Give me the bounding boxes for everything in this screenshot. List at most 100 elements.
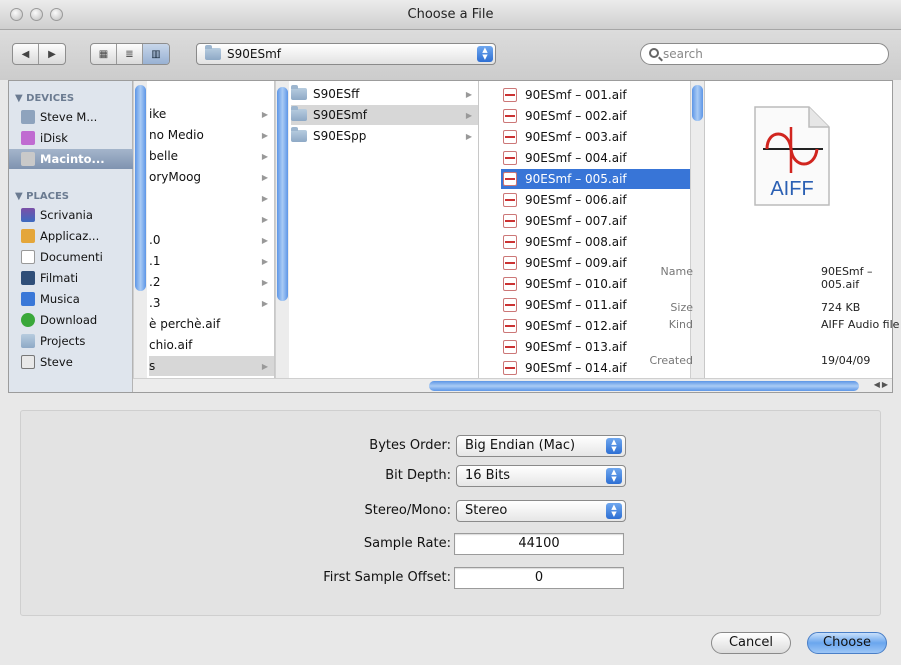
format-options-panel: Bytes Order: Big Endian (Mac) ▲ ▼ Bit Dep… (20, 410, 881, 616)
desktop-icon (21, 208, 35, 222)
sidebar-item-label: Documenti (40, 250, 103, 264)
horizontal-scroll-thumb[interactable] (429, 381, 859, 391)
list-view-button[interactable]: ≣ (117, 44, 143, 64)
sample-rate-label: Sample Rate: (363, 536, 451, 551)
list-item[interactable]: .0 ▶ (149, 230, 274, 250)
sidebar-item-label: Download (40, 313, 98, 327)
aiff-preview-icon: AIFF (754, 106, 830, 206)
aiff-file-icon (503, 319, 517, 333)
folder-row-s90esmf[interactable]: S90ESmf ▶ (291, 105, 478, 125)
disclosure-arrow-icon: ▶ (261, 193, 268, 203)
forward-button[interactable]: ▶ (39, 44, 65, 64)
list-item[interactable]: chio.aif (149, 335, 274, 355)
list-item[interactable]: belle ▶ (149, 146, 274, 166)
download-icon (21, 313, 35, 327)
file-row[interactable]: 90ESmf – 002.aif (503, 106, 704, 126)
column-3-scroll-thumb[interactable] (692, 85, 703, 121)
sidebar-item-filmati[interactable]: Filmati (9, 268, 133, 288)
scroll-arrows-icon[interactable]: ◀▶ (874, 380, 890, 389)
disclosure-arrow-icon: ▶ (465, 89, 472, 99)
column-3-scrollbar[interactable] (690, 81, 704, 379)
aiff-file-icon (503, 256, 517, 270)
folder-row-s90esff[interactable]: S90ESff ▶ (291, 84, 478, 104)
sample-rate-field[interactable]: 44100 (454, 533, 624, 555)
list-item[interactable]: ▶ (149, 209, 274, 229)
file-row[interactable]: 90ESmf – 007.aif (503, 211, 704, 231)
window-title: Choose a File (407, 7, 494, 22)
sidebar-item-scrivania[interactable]: Scrivania (9, 205, 133, 225)
aiff-file-icon (503, 235, 517, 249)
file-row[interactable]: 90ESmf – 001.aif (503, 85, 704, 105)
sidebar-item-macintosh-hd[interactable]: Macinto... (9, 149, 133, 169)
disclosure-arrow-icon: ▶ (465, 131, 472, 141)
back-button[interactable]: ◀ (13, 44, 39, 64)
file-row[interactable]: 90ESmf – 003.aif (503, 127, 704, 147)
aiff-file-icon (503, 214, 517, 228)
cancel-button[interactable]: Cancel (711, 632, 791, 654)
sidebar-item-applicazioni[interactable]: Applicaz... (9, 226, 133, 246)
list-item[interactable]: ▶ (149, 188, 274, 208)
title-bar: Choose a File (0, 0, 901, 30)
column-2-scroll-thumb[interactable] (277, 87, 288, 301)
preview-icon-label: AIFF (770, 178, 813, 200)
list-item[interactable]: no Medio ▶ (149, 125, 274, 145)
stereo-mono-popup[interactable]: Stereo ▲ ▼ (456, 500, 626, 522)
list-item[interactable]: ike ▶ (149, 104, 274, 124)
sidebar-item-projects[interactable]: Projects (9, 331, 133, 351)
sidebar-item-steve[interactable]: Steve (9, 352, 133, 372)
popup-arrows-icon: ▲ ▼ (606, 438, 622, 454)
sidebar-item-download[interactable]: Download (9, 310, 133, 330)
column-2-scrollbar[interactable] (275, 81, 289, 379)
bytes-order-label: Bytes Order: (369, 438, 451, 453)
list-item[interactable]: .3 ▶ (149, 293, 274, 313)
first-sample-offset-field[interactable]: 0 (454, 567, 624, 589)
popup-arrows-icon: ▲ ▼ (477, 46, 493, 62)
aiff-file-icon (503, 172, 517, 186)
disclosure-arrow-icon: ▶ (261, 235, 268, 245)
list-item[interactable]: oryMoog ▶ (149, 167, 274, 187)
disclosure-arrow-icon: ▶ (261, 109, 268, 119)
sidebar-item-steve-mac[interactable]: Steve M... (9, 107, 133, 127)
devices-header: ▼ DEVICES (15, 93, 75, 104)
list-item[interactable]: è perchè.aif (149, 314, 274, 334)
choose-button[interactable]: Choose (807, 632, 887, 654)
disclosure-arrow-icon: ▶ (261, 277, 268, 287)
horizontal-scrollbar[interactable]: ◀▶ (133, 378, 892, 392)
toolbar: ◀ ▶ ▦ ≣ ▥ S90ESmf ▲ ▼ search (0, 30, 901, 80)
disclosure-arrow-icon: ▶ (465, 110, 472, 120)
file-row-selected[interactable]: 90ESmf – 005.aif (501, 169, 702, 189)
aiff-file-icon (503, 88, 517, 102)
icon-view-button[interactable]: ▦ (91, 44, 117, 64)
disclosure-arrow-icon: ▶ (261, 214, 268, 224)
file-row[interactable]: 90ESmf – 006.aif (503, 190, 704, 210)
file-row[interactable]: 90ESmf – 008.aif (503, 232, 704, 252)
sidebar: ▼ DEVICES Steve M... iDisk Macinto... ▼ … (9, 81, 133, 392)
file-row[interactable]: 90ESmf – 004.aif (503, 148, 704, 168)
disclosure-arrow-icon: ▶ (261, 151, 268, 161)
list-item[interactable]: s ▶ (149, 356, 274, 376)
popup-arrows-icon: ▲ ▼ (606, 503, 622, 519)
bytes-order-popup[interactable]: Big Endian (Mac) ▲ ▼ (456, 435, 626, 457)
file-browser: ▼ DEVICES Steve M... iDisk Macinto... ▼ … (8, 80, 899, 393)
sidebar-item-idisk[interactable]: iDisk (9, 128, 133, 148)
list-item[interactable]: .1 ▶ (149, 251, 274, 271)
sidebar-item-documenti[interactable]: Documenti (9, 247, 133, 267)
back-forward-control: ◀ ▶ (12, 43, 66, 65)
path-popup[interactable]: S90ESmf ▲ ▼ (196, 43, 496, 65)
view-mode-control: ▦ ≣ ▥ (90, 43, 170, 65)
sidebar-item-musica[interactable]: Musica (9, 289, 133, 309)
music-icon (21, 292, 35, 306)
folder-row-s90espp[interactable]: S90ESpp ▶ (291, 126, 478, 146)
column-1-scrollbar[interactable] (133, 81, 147, 379)
list-item[interactable]: .2 ▶ (149, 272, 274, 292)
column-1-scroll-thumb[interactable] (135, 85, 146, 291)
sidebar-item-label: Steve (40, 355, 73, 369)
disclosure-arrow-icon: ▶ (261, 130, 268, 140)
column-1: ike ▶ no Medio ▶ belle ▶ oryMoog ▶ ▶ ▶ .0 ▶ .… (133, 81, 275, 392)
applications-icon (21, 229, 35, 243)
folder-icon (21, 334, 35, 348)
disclosure-arrow-icon: ▶ (261, 172, 268, 182)
column-view-button[interactable]: ▥ (143, 44, 169, 64)
search-field[interactable]: search (640, 43, 889, 65)
bit-depth-popup[interactable]: 16 Bits ▲ ▼ (456, 465, 626, 487)
